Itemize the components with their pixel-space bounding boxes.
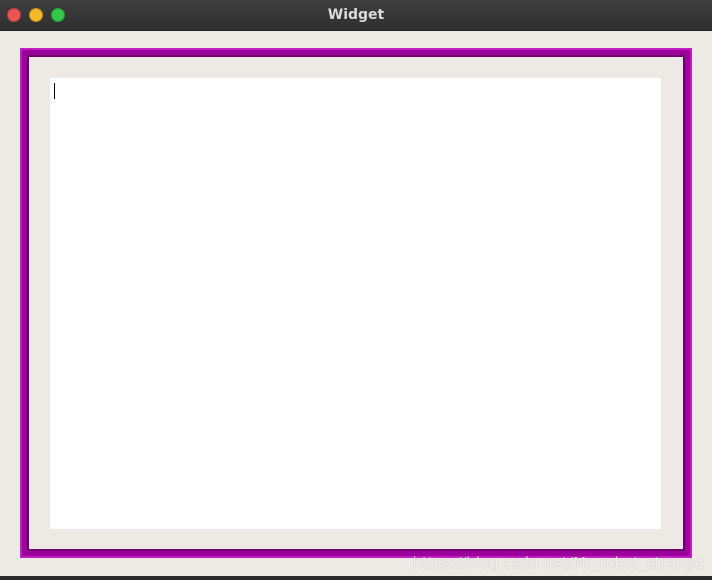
widget-window: Widget https://blog.csdn.net/Mr_robot_st… bbox=[0, 0, 712, 580]
title-bar[interactable]: Widget bbox=[0, 0, 712, 31]
text-edit-area[interactable] bbox=[50, 78, 661, 529]
watermark: https://blog.csdn.net/Mr_robot_strange bbox=[412, 554, 704, 572]
bottom-desktop-strip bbox=[0, 576, 712, 580]
text-cursor bbox=[54, 83, 55, 99]
magenta-frame bbox=[20, 48, 692, 558]
window-title: Widget bbox=[327, 7, 385, 23]
